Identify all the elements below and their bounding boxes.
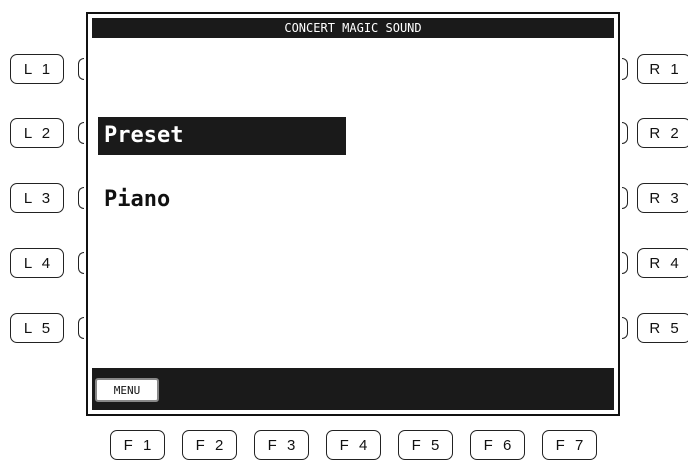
l3-label: L 3	[23, 189, 54, 207]
option-piano[interactable]: Piano	[98, 181, 346, 219]
r2-button[interactable]: R 2	[637, 118, 688, 148]
r5-button[interactable]: R 5	[637, 313, 688, 343]
l5-label: L 5	[23, 319, 54, 337]
l5-bracket	[78, 317, 84, 339]
l4-button[interactable]: L 4	[10, 248, 64, 278]
r1-label: R 1	[649, 60, 682, 78]
screen-title: CONCERT MAGIC SOUND	[92, 18, 614, 38]
l1-bracket	[78, 58, 84, 80]
f6-button[interactable]: F 6	[470, 430, 525, 460]
l1-button[interactable]: L 1	[10, 54, 64, 84]
l1-label: L 1	[23, 60, 54, 78]
r4-label: R 4	[649, 254, 682, 272]
l2-button[interactable]: L 2	[10, 118, 64, 148]
r3-button[interactable]: R 3	[637, 183, 688, 213]
r2-bracket	[622, 122, 628, 144]
r5-label: R 5	[649, 319, 682, 337]
f3-label: F 3	[267, 436, 299, 454]
r1-button[interactable]: R 1	[637, 54, 688, 84]
r2-label: R 2	[649, 124, 682, 142]
r5-bracket	[622, 317, 628, 339]
f6-label: F 6	[483, 436, 515, 454]
f3-button[interactable]: F 3	[254, 430, 309, 460]
f1-label: F 1	[123, 436, 155, 454]
option-preset[interactable]: Preset	[98, 117, 346, 155]
l2-bracket	[78, 122, 84, 144]
l3-bracket	[78, 187, 84, 209]
f4-label: F 4	[339, 436, 371, 454]
r4-bracket	[622, 252, 628, 274]
f2-label: F 2	[195, 436, 227, 454]
screen-bottom-bar: MENU	[92, 368, 614, 410]
lcd-screen: CONCERT MAGIC SOUND Preset Piano MENU	[86, 12, 620, 416]
f4-button[interactable]: F 4	[326, 430, 381, 460]
f5-label: F 5	[411, 436, 443, 454]
l2-label: L 2	[23, 124, 54, 142]
l4-bracket	[78, 252, 84, 274]
f5-button[interactable]: F 5	[398, 430, 453, 460]
f2-button[interactable]: F 2	[182, 430, 237, 460]
f7-label: F 7	[555, 436, 587, 454]
l4-label: L 4	[23, 254, 54, 272]
r4-button[interactable]: R 4	[637, 248, 688, 278]
r3-bracket	[622, 187, 628, 209]
f7-button[interactable]: F 7	[542, 430, 597, 460]
r3-label: R 3	[649, 189, 682, 207]
l5-button[interactable]: L 5	[10, 313, 64, 343]
r1-bracket	[622, 58, 628, 80]
f1-button[interactable]: F 1	[110, 430, 165, 460]
menu-button[interactable]: MENU	[95, 378, 159, 402]
l3-button[interactable]: L 3	[10, 183, 64, 213]
